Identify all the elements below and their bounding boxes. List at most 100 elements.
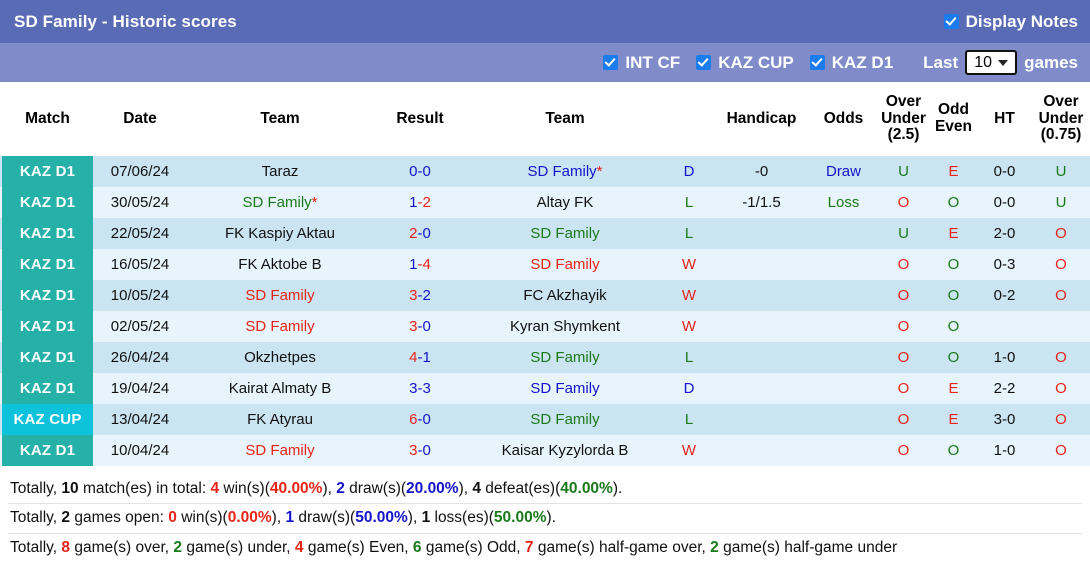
- int-cf-checkbox[interactable]: [603, 55, 619, 70]
- cell-home-team[interactable]: Taraz: [185, 156, 375, 187]
- col-ou075-line3: (0.75): [1040, 126, 1082, 144]
- cell-away-team[interactable]: SD Family: [465, 373, 665, 404]
- cell-home-team[interactable]: SD Family: [185, 435, 375, 466]
- games-count-select[interactable]: 10: [965, 50, 1018, 75]
- cell-away-team[interactable]: Kyran Shymkent: [465, 311, 665, 342]
- cell-date: 10/05/24: [95, 280, 185, 311]
- table-row[interactable]: KAZ D1 22/05/24 FK Kaspiy Aktau 2-0 SD Famil…: [0, 218, 1090, 249]
- cell-competition[interactable]: KAZ D1: [0, 373, 95, 404]
- table-row[interactable]: KAZ D1 16/05/24 FK Aktobe B 1-4 SD Family W O O…: [0, 249, 1090, 280]
- cell-home-team[interactable]: SD Family*: [185, 187, 375, 218]
- cell-away-team[interactable]: SD Family: [465, 404, 665, 435]
- cell-away-team[interactable]: SD Family*: [465, 156, 665, 187]
- cell-competition[interactable]: KAZ D1: [0, 435, 95, 466]
- cell-odds: [810, 280, 877, 311]
- cell-ht: 0-0: [977, 187, 1032, 218]
- cell-wdl: L: [665, 187, 713, 218]
- s2-prefix: Totally,: [10, 509, 62, 527]
- kaz-d1-label: KAZ D1: [831, 52, 894, 72]
- games-suffix-label: games: [1024, 52, 1078, 72]
- cell-away-team[interactable]: SD Family: [465, 342, 665, 373]
- cell-date: 26/04/24: [95, 342, 185, 373]
- cell-away-team[interactable]: Kaisar Kyzylorda B: [465, 435, 665, 466]
- competition-badge: KAZ D1: [2, 218, 93, 249]
- cell-competition[interactable]: KAZ D1: [0, 218, 95, 249]
- col-ou25-line1: Over: [885, 92, 922, 110]
- filter-kaz-d1[interactable]: KAZ D1: [809, 52, 894, 73]
- score-away: -0: [417, 442, 431, 459]
- cell-wdl: D: [665, 156, 713, 187]
- cell-odds: Loss: [810, 187, 877, 218]
- away-team-star: *: [596, 163, 603, 180]
- cell-home-team[interactable]: FK Atyrau: [185, 404, 375, 435]
- competition-badge: KAZ D1: [2, 187, 93, 218]
- cell-away-team[interactable]: SD Family: [465, 218, 665, 249]
- cell-handicap: -1/1.5: [713, 187, 810, 218]
- last-label: Last: [923, 52, 959, 72]
- cell-result[interactable]: 3-0: [375, 435, 465, 466]
- table-row[interactable]: KAZ CUP 13/04/24 FK Atyrau 6-0 SD Family L O E 3…: [0, 404, 1090, 435]
- s2-t3: ),: [271, 509, 286, 527]
- col-ou25-line3: (2.5): [887, 126, 920, 144]
- cell-over-under-075: O: [1032, 249, 1090, 280]
- cell-result[interactable]: 3-2: [375, 280, 465, 311]
- table-row[interactable]: KAZ D1 10/04/24 SD Family 3-0 Kaisar Kyzylor…: [0, 435, 1090, 466]
- s1-t3: ),: [322, 480, 337, 497]
- s3-prefix: Totally,: [10, 538, 62, 556]
- table-row[interactable]: KAZ D1 07/06/24 Taraz 0-0 SD Family* D -0 Draw U…: [0, 156, 1090, 187]
- display-notes-checkbox[interactable]: [943, 14, 959, 29]
- table-row[interactable]: KAZ D1 02/05/24 SD Family 3-0 Kyran Shymkent…: [0, 311, 1090, 342]
- cell-away-team[interactable]: FC Akzhayik: [465, 280, 665, 311]
- table-header-row: Match Date Team Result Team Handicap Odd…: [0, 82, 1090, 156]
- cell-competition[interactable]: KAZ D1: [0, 311, 95, 342]
- cell-ht: 0-3: [977, 249, 1032, 280]
- cell-away-team[interactable]: SD Family: [465, 249, 665, 280]
- cell-result[interactable]: 6-0: [375, 404, 465, 435]
- cell-wdl: W: [665, 249, 713, 280]
- cell-result[interactable]: 3-0: [375, 311, 465, 342]
- competition-badge: KAZ CUP: [2, 404, 93, 435]
- cell-competition[interactable]: KAZ CUP: [0, 404, 95, 435]
- cell-competition[interactable]: KAZ D1: [0, 342, 95, 373]
- display-notes-control[interactable]: Display Notes: [943, 12, 1078, 32]
- cell-date: 10/04/24: [95, 435, 185, 466]
- cell-home-team[interactable]: Kairat Almaty B: [185, 373, 375, 404]
- cell-ht: 2-0: [977, 218, 1032, 249]
- cell-home-team[interactable]: SD Family: [185, 280, 375, 311]
- cell-home-team[interactable]: FK Aktobe B: [185, 249, 375, 280]
- cell-result[interactable]: 1-2: [375, 187, 465, 218]
- table-row[interactable]: KAZ D1 19/04/24 Kairat Almaty B 3-3 SD Famil…: [0, 373, 1090, 404]
- cell-away-team[interactable]: Altay FK: [465, 187, 665, 218]
- filter-kaz-cup[interactable]: KAZ CUP: [696, 53, 794, 73]
- cell-result[interactable]: 4-1: [375, 342, 465, 373]
- cell-home-team[interactable]: FK Kaspiy Aktau: [185, 218, 375, 249]
- cell-handicap: [713, 342, 810, 373]
- competition-badge: KAZ D1: [2, 280, 93, 311]
- s2-losses: 1: [421, 509, 431, 527]
- cell-odd-even: E: [930, 156, 977, 187]
- cell-date: 30/05/24: [95, 187, 185, 218]
- filter-int-cf[interactable]: INT CF: [603, 53, 680, 73]
- s3-t1: game(s) over,: [70, 538, 174, 556]
- cell-home-team[interactable]: Okzhetpes: [185, 342, 375, 373]
- table-row[interactable]: KAZ D1 10/05/24 SD Family 3-2 FC Akzhayik W O O…: [0, 280, 1090, 311]
- cell-result[interactable]: 3-3: [375, 373, 465, 404]
- kaz-cup-checkbox[interactable]: [696, 55, 712, 70]
- table-row[interactable]: KAZ D1 26/04/24 Okzhetpes 4-1 SD Family L O O 1-…: [0, 342, 1090, 373]
- cell-result[interactable]: 2-0: [375, 218, 465, 249]
- col-ou075-line1: Over: [1043, 92, 1079, 110]
- cell-competition[interactable]: KAZ D1: [0, 280, 95, 311]
- cell-competition[interactable]: KAZ D1: [0, 156, 95, 187]
- s1-wins-pct: 40.00%: [269, 480, 323, 497]
- cell-ht: [977, 311, 1032, 342]
- cell-over-under-075: U: [1032, 156, 1090, 187]
- cell-over-under-25: O: [877, 249, 930, 280]
- cell-result[interactable]: 1-4: [375, 249, 465, 280]
- kaz-d1-checkbox[interactable]: [809, 55, 825, 70]
- cell-competition[interactable]: KAZ D1: [0, 187, 95, 218]
- cell-competition[interactable]: KAZ D1: [0, 249, 95, 280]
- table-row[interactable]: KAZ D1 30/05/24 SD Family* 1-2 Altay FK L -1/1…: [0, 187, 1090, 218]
- cell-wdl: L: [665, 342, 713, 373]
- cell-home-team[interactable]: SD Family: [185, 311, 375, 342]
- cell-result[interactable]: 0-0: [375, 156, 465, 187]
